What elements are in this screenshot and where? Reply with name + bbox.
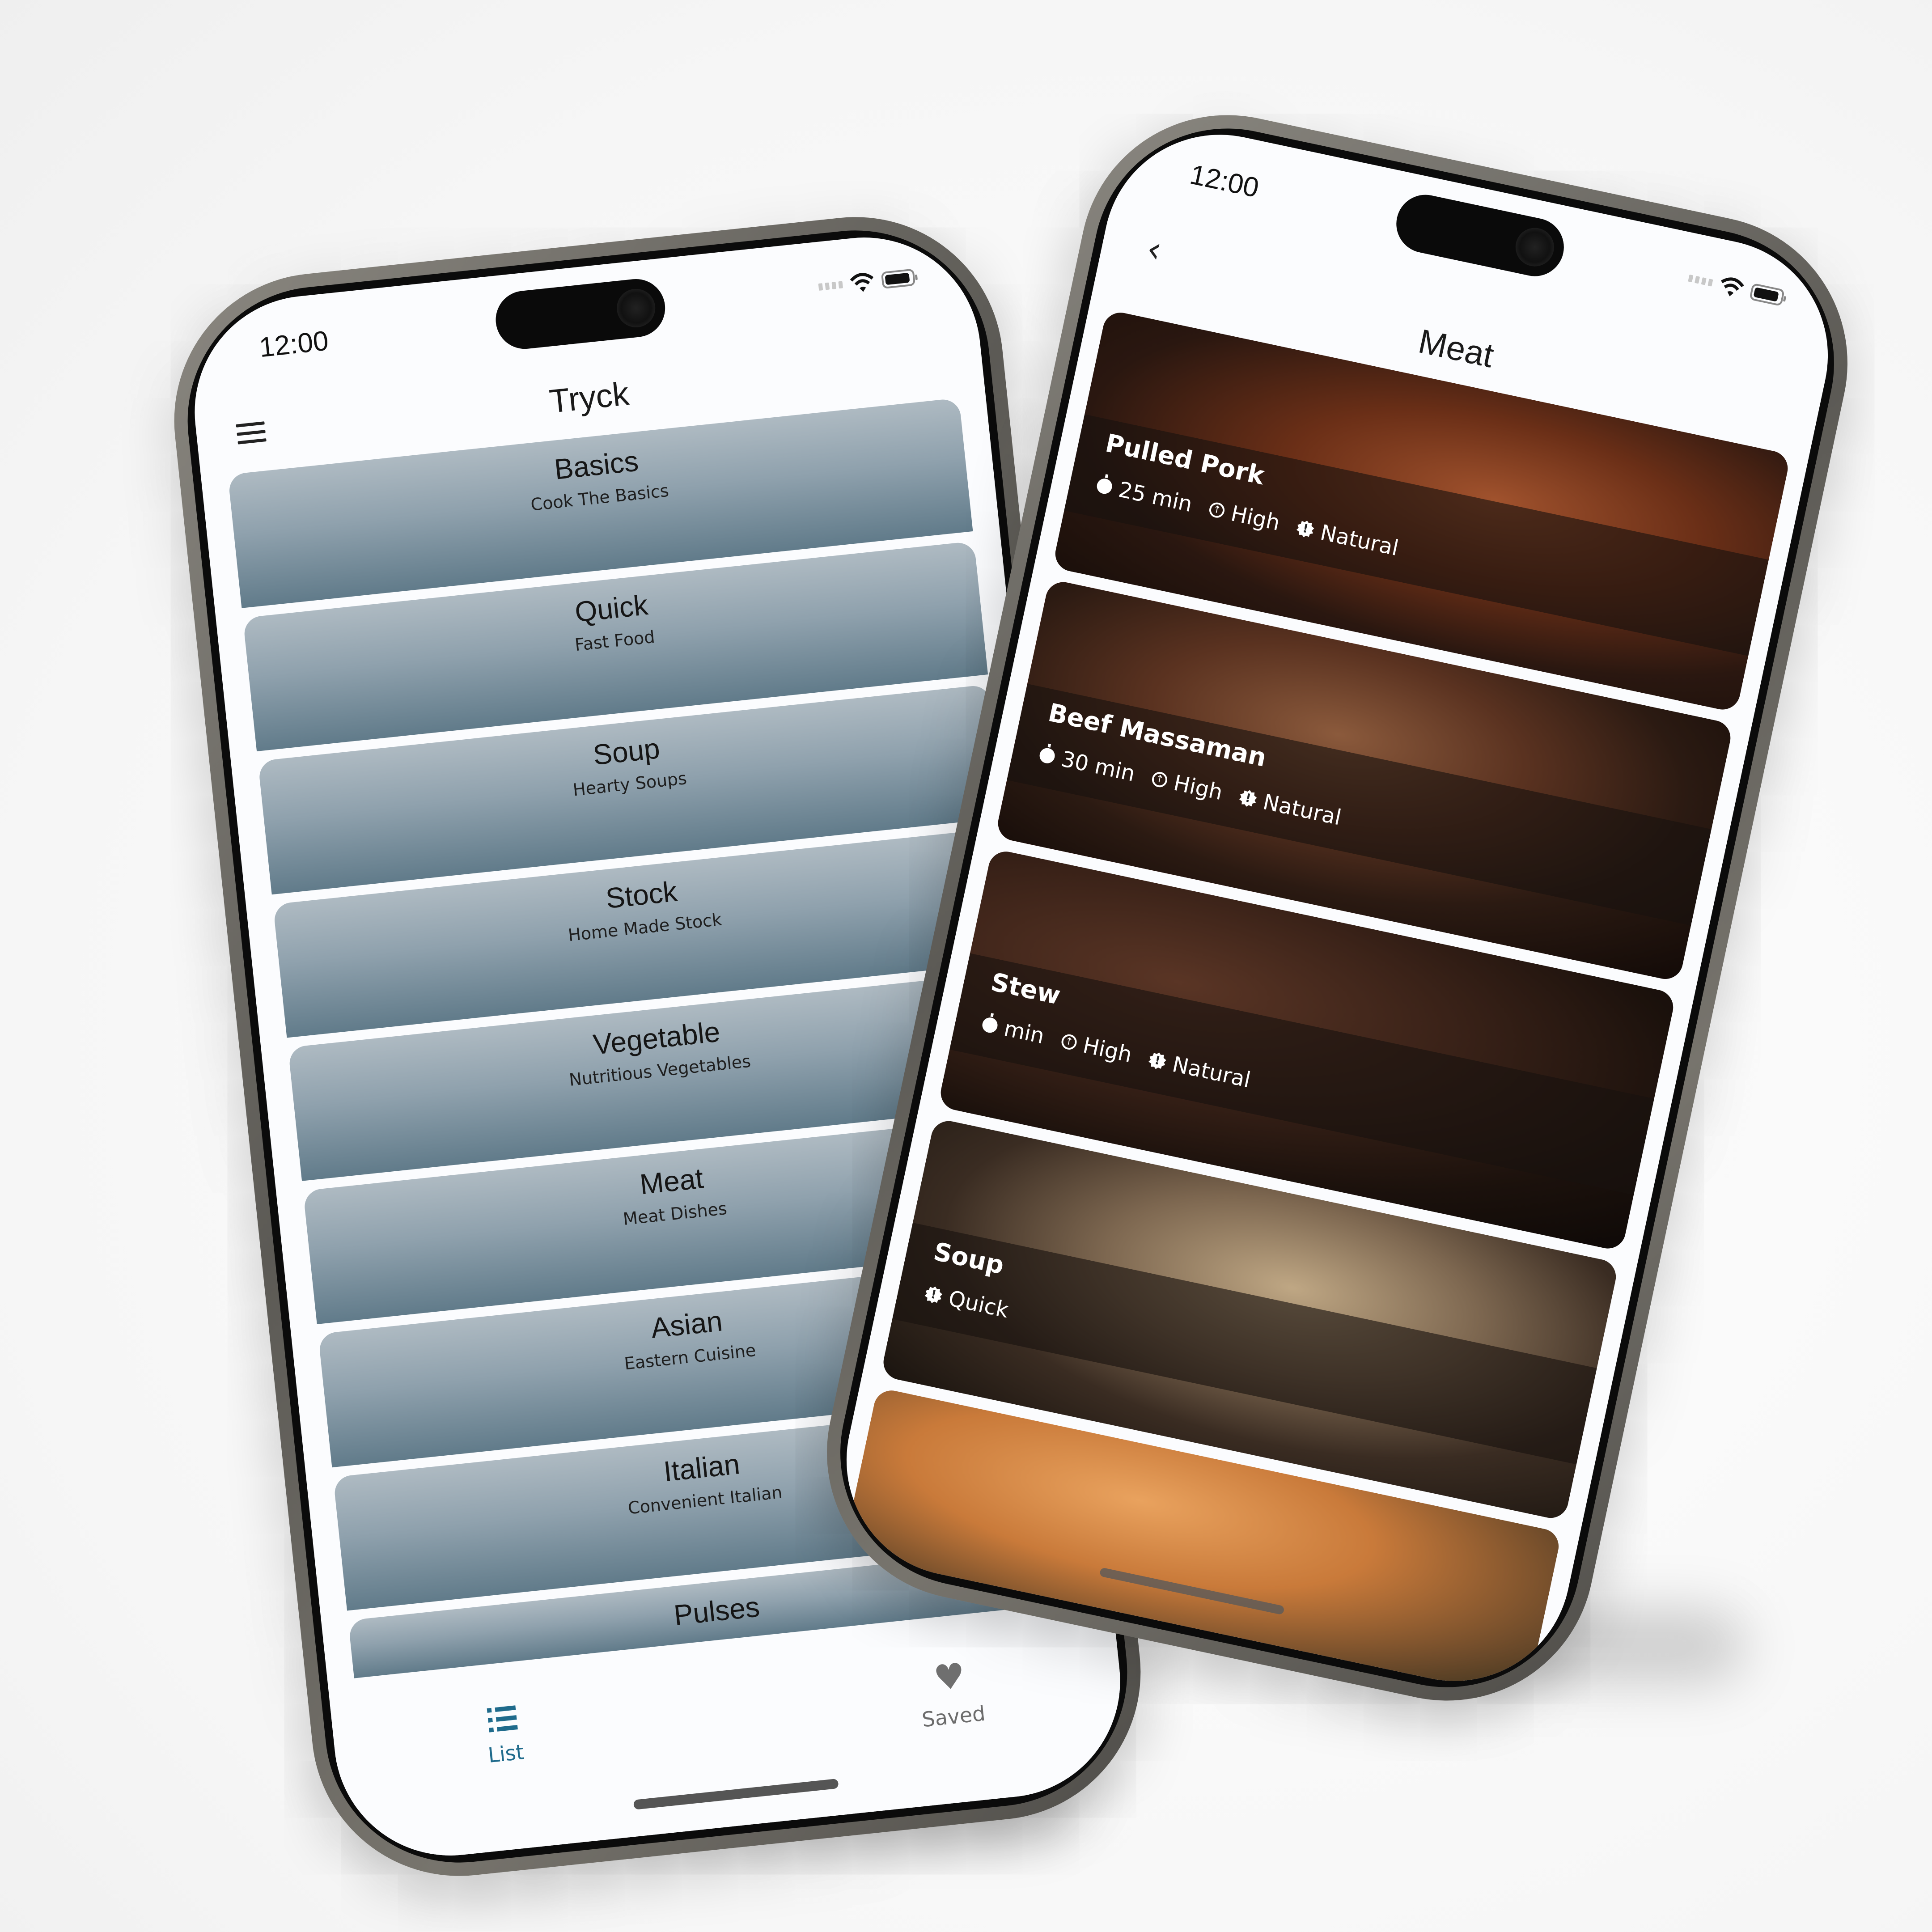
pressure-up-icon: ↑ — [1059, 1033, 1078, 1051]
pressure-up-icon: ↑ — [1208, 501, 1226, 519]
wifi-icon — [1721, 277, 1744, 297]
nav-label: Saved — [920, 1701, 987, 1732]
wifi-icon — [850, 273, 874, 292]
status-icons — [1686, 268, 1785, 308]
dynamic-island — [493, 276, 668, 352]
heart-icon: ♥ — [932, 1656, 967, 1699]
battery-icon — [881, 268, 916, 289]
release-badge-icon: ! — [1238, 788, 1258, 809]
pressure-up-icon: ↑ — [1150, 770, 1169, 789]
battery-icon — [1749, 283, 1785, 307]
home-indicator[interactable] — [633, 1778, 839, 1810]
camera-icon — [1512, 224, 1558, 270]
release-badge-icon: ! — [1295, 519, 1315, 539]
list-icon — [487, 1705, 518, 1733]
timer-icon — [981, 1016, 999, 1034]
nav-tab-list[interactable]: List — [434, 1700, 574, 1773]
signal-icon — [1688, 274, 1713, 287]
release-badge-icon: ! — [924, 1285, 944, 1305]
nav-label: List — [487, 1739, 525, 1768]
dynamic-island — [1391, 189, 1569, 282]
timer-icon — [1095, 477, 1114, 496]
camera-icon — [614, 287, 657, 330]
status-time: 12:00 — [258, 325, 330, 364]
signal-icon — [818, 281, 843, 291]
timer-icon — [1038, 746, 1056, 765]
nav-tab-saved[interactable]: ♥ Saved — [881, 1653, 1021, 1736]
status-icons — [818, 267, 916, 297]
status-time: 12:00 — [1187, 159, 1262, 204]
release-badge-icon: ! — [1147, 1051, 1167, 1071]
